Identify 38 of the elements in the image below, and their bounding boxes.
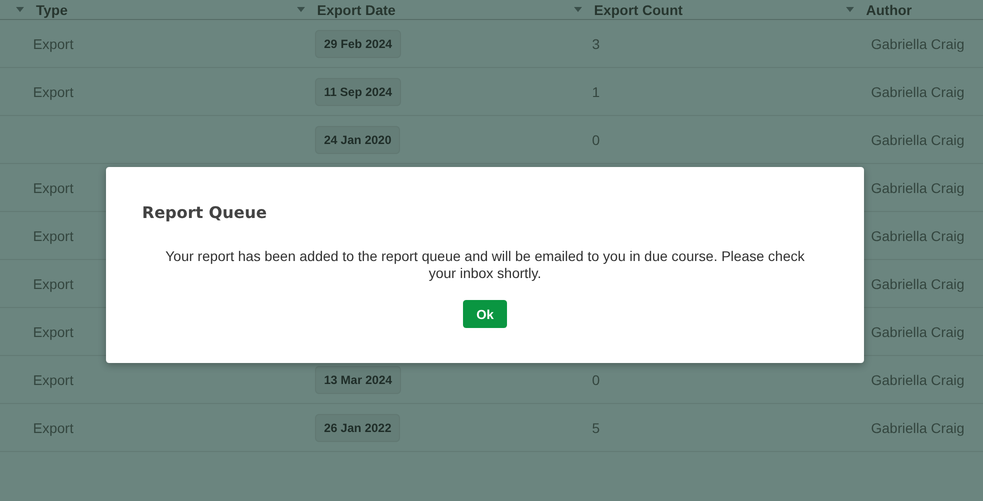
table-cell: 0 [592, 372, 600, 388]
date-badge: 29 Feb 2024 [315, 30, 402, 58]
date-badge: 26 Jan 2022 [315, 414, 400, 442]
sort-caret-icon[interactable] [297, 7, 305, 12]
dialog-message: Your report has been added to the report queue and will be emailed to you in due course. Please check your inbox shortly. [165, 248, 805, 282]
table-cell: Export [33, 372, 74, 388]
table-cell: Gabriella Craig [871, 420, 964, 436]
column-header[interactable]: Export Date [317, 2, 396, 18]
table-cell: Export [33, 36, 74, 52]
sort-caret-icon[interactable] [574, 7, 582, 12]
table-cell: Export [33, 420, 74, 436]
column-header[interactable]: Type [36, 2, 68, 18]
sort-caret-icon[interactable] [846, 7, 854, 12]
table-cell: Gabriella Craig [871, 84, 964, 100]
table-cell: Export [33, 324, 74, 340]
column-header[interactable]: Export Count [594, 2, 683, 18]
date-badge: 24 Jan 2020 [315, 126, 400, 154]
table-cell: Export [33, 276, 74, 292]
dialog-title: Report Queue [142, 203, 268, 222]
table-cell: 0 [592, 132, 600, 148]
table-cell: Export [33, 228, 74, 244]
date-badge: 11 Sep 2024 [315, 78, 402, 106]
table-cell: Gabriella Craig [871, 276, 964, 292]
table-cell: Gabriella Craig [871, 324, 964, 340]
table-cell: Export [33, 180, 74, 196]
column-header[interactable]: Author [866, 2, 912, 18]
table-cell: 1 [592, 84, 600, 100]
table-cell: Gabriella Craig [871, 36, 964, 52]
table-cell: Gabriella Craig [871, 180, 964, 196]
sort-caret-icon[interactable] [16, 7, 24, 12]
table-cell: Gabriella Craig [871, 228, 964, 244]
table-cell: Export [33, 84, 74, 100]
ok-button[interactable]: Ok [463, 300, 507, 328]
date-badge: 13 Mar 2024 [315, 366, 402, 394]
table-cell: 5 [592, 420, 600, 436]
table-cell: 3 [592, 36, 600, 52]
table-cell: Gabriella Craig [871, 372, 964, 388]
table-cell: Gabriella Craig [871, 132, 964, 148]
